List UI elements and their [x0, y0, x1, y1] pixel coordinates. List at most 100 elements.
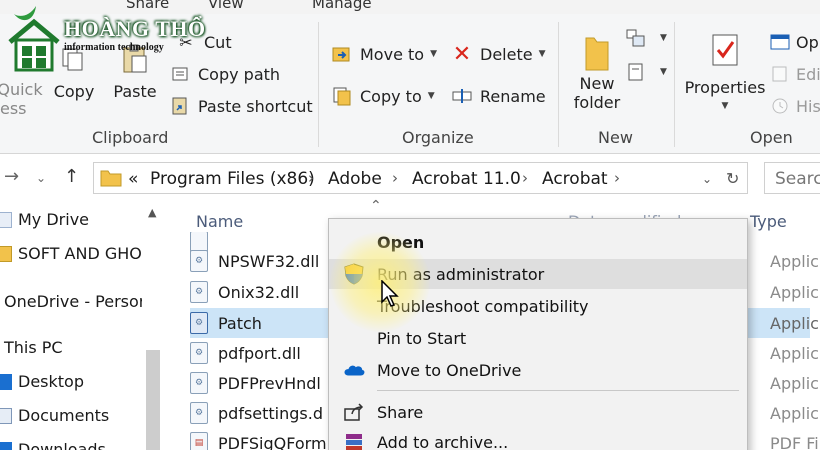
- nav-item-my-drive[interactable]: My Drive: [0, 210, 89, 229]
- dll-file-icon: ⚙: [190, 281, 208, 303]
- winrar-archive-icon: [343, 431, 365, 450]
- new-folder-button[interactable]: New folder: [568, 34, 626, 112]
- breadcrumb-program-files[interactable]: Program Files (x86): [150, 169, 315, 189]
- dll-file-icon: ⚙: [190, 402, 208, 424]
- logo-title: HOÀNG THỔ: [64, 16, 206, 41]
- rename-label: Rename: [480, 86, 546, 106]
- open-label: Op: [796, 32, 819, 52]
- quick-access-button[interactable]: Quick ess: [0, 80, 44, 118]
- watermark-logo: HOÀNG THỔ information technology: [6, 2, 206, 76]
- rename-button[interactable]: Rename: [452, 86, 546, 106]
- address-bar[interactable]: « Program Files (x86) › Adobe › Acrobat …: [93, 162, 748, 194]
- copy-to-button[interactable]: Copy to ▼: [332, 86, 435, 106]
- column-header-name[interactable]: Name: [196, 212, 243, 231]
- folder-icon: [0, 245, 12, 262]
- breadcrumb-chevron-icon[interactable]: ›: [308, 169, 314, 187]
- nav-item-desktop[interactable]: Desktop: [0, 372, 84, 391]
- search-placeholder: Searc: [775, 169, 820, 189]
- share-icon: [343, 401, 365, 423]
- move-to-icon: [332, 44, 352, 64]
- clipboard-group-label: Clipboard: [92, 128, 169, 147]
- breadcrumb-chevron-icon[interactable]: ›: [614, 169, 620, 187]
- menu-item-share[interactable]: Share: [329, 397, 747, 427]
- search-input[interactable]: Searc: [764, 162, 820, 194]
- history-icon: [770, 96, 790, 116]
- folder-icon: [100, 170, 122, 187]
- menu-item-open[interactable]: Open: [329, 227, 747, 257]
- pdf-file-icon: ▤: [190, 432, 208, 450]
- breadcrumb-chevron-icon[interactable]: ›: [392, 169, 398, 187]
- dll-file-icon: ⚙: [190, 250, 208, 272]
- mouse-cursor-icon: [381, 280, 399, 307]
- ribbon-divider: [674, 22, 675, 147]
- cut-label: Cut: [204, 32, 232, 52]
- house-logo-icon: [8, 6, 60, 72]
- edit-button[interactable]: Edi: [770, 64, 820, 84]
- edit-label: Edi: [796, 64, 820, 84]
- delete-button[interactable]: ✕ Delete ▼: [452, 41, 546, 67]
- nav-item-downloads[interactable]: Downloads: [0, 440, 106, 450]
- organize-group-label: Organize: [402, 128, 474, 147]
- delete-x-icon: ✕: [452, 41, 472, 67]
- up-arrow-icon[interactable]: ↑: [64, 166, 79, 187]
- onedrive-cloud-icon: [343, 359, 365, 381]
- forward-arrow-icon[interactable]: →: [4, 166, 19, 187]
- delete-label: Delete: [480, 44, 533, 64]
- recent-chevron-down-icon[interactable]: ⌄: [36, 171, 46, 185]
- nav-scrollbar[interactable]: ▲: [142, 200, 164, 450]
- open-button[interactable]: Op: [770, 32, 819, 52]
- address-row: → ⌄ ↑ « Program Files (x86) › Adobe › Ac…: [0, 154, 820, 200]
- ribbon-divider: [318, 22, 319, 147]
- paste-shortcut-button[interactable]: Paste shortcut: [170, 96, 313, 116]
- nav-item-onedrive[interactable]: OneDrive - Persor: [4, 292, 145, 311]
- new-item-button[interactable]: ▼: [626, 28, 667, 48]
- menu-item-pin-to-start[interactable]: Pin to Start: [329, 323, 747, 353]
- menu-item-move-to-onedrive[interactable]: Move to OneDrive: [329, 355, 747, 385]
- exe-file-icon: ⚙: [190, 312, 208, 334]
- breadcrumb-acrobat-11[interactable]: Acrobat 11.0: [412, 169, 521, 189]
- move-to-label: Move to: [360, 44, 425, 64]
- breadcrumb-chevron-icon[interactable]: ›: [522, 169, 528, 187]
- chevron-down-icon: ▼: [538, 49, 546, 59]
- tab-view[interactable]: View: [208, 0, 244, 12]
- scroll-up-arrow-icon[interactable]: ▲: [148, 206, 156, 219]
- uac-shield-icon: [343, 263, 365, 285]
- refresh-icon[interactable]: ↻: [726, 169, 739, 188]
- nav-item-documents[interactable]: Documents: [0, 406, 109, 425]
- copy-to-icon: [332, 86, 352, 106]
- menu-separator: [377, 390, 739, 391]
- file-explorer-window: Share View Manage Quick ess Copy Paste ✂…: [0, 0, 820, 450]
- paste-shortcut-label: Paste shortcut: [198, 96, 313, 116]
- move-to-button[interactable]: Move to ▼: [332, 44, 437, 64]
- dll-file-icon: ⚙: [190, 372, 208, 394]
- properties-button[interactable]: Properties ▼: [682, 32, 768, 116]
- column-header-type[interactable]: Type: [750, 212, 787, 231]
- dll-file-icon: ⚙: [190, 342, 208, 364]
- tab-manage[interactable]: Manage: [312, 0, 372, 12]
- nav-item-soft-and-gho[interactable]: SOFT AND GHO: [0, 244, 142, 263]
- easy-access-button[interactable]: ▼: [626, 62, 667, 82]
- context-menu: Open Run as administrator Troubleshoot c…: [328, 218, 748, 450]
- chevron-down-icon: ▼: [721, 101, 729, 111]
- address-history-chevron-down-icon[interactable]: ⌄: [702, 172, 712, 186]
- edit-icon: [770, 64, 790, 84]
- breadcrumb-overflow[interactable]: «: [128, 169, 138, 189]
- rename-icon: [452, 86, 472, 106]
- downloads-icon: [0, 441, 12, 450]
- drive-icon: [0, 211, 12, 228]
- menu-item-add-to-archive[interactable]: Add to archive...: [329, 427, 747, 450]
- properties-icon: [712, 34, 738, 66]
- chevron-down-icon: ▼: [660, 67, 667, 77]
- nav-item-this-pc[interactable]: This PC: [4, 338, 63, 357]
- new-folder-icon: [585, 37, 609, 71]
- history-label: His: [796, 96, 820, 116]
- open-icon: [770, 32, 790, 52]
- nav-scroll-thumb[interactable]: [146, 350, 160, 450]
- history-button[interactable]: His: [770, 96, 820, 116]
- chevron-down-icon: ▼: [430, 49, 437, 59]
- breadcrumb-acrobat[interactable]: Acrobat: [542, 169, 608, 189]
- breadcrumb-adobe[interactable]: Adobe: [328, 169, 382, 189]
- documents-icon: [0, 407, 12, 424]
- easy-access-icon: [626, 62, 646, 82]
- copy-path-label: Copy path: [198, 64, 281, 84]
